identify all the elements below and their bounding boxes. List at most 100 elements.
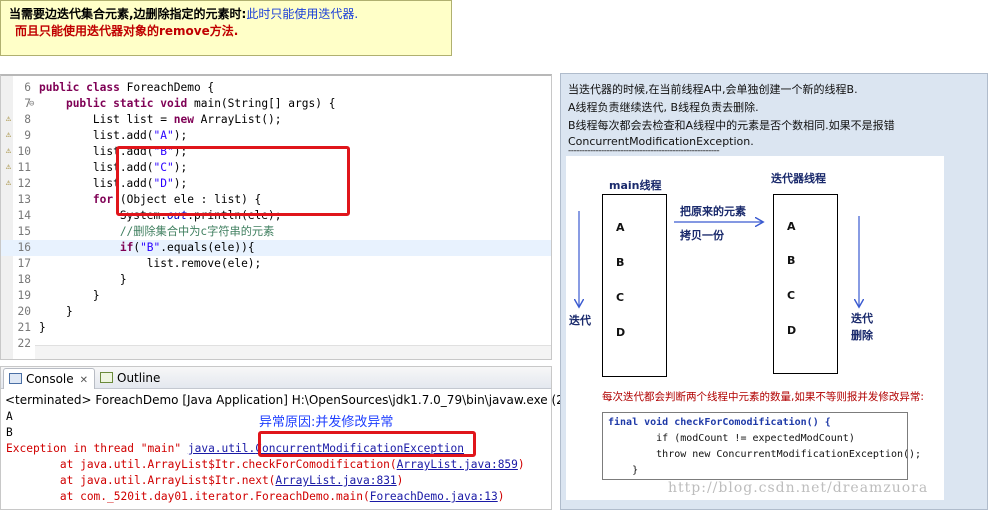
- code-line[interactable]: 16 if("B".equals(ele)){: [1, 240, 551, 256]
- iterator-thread-label: 迭代器线程: [771, 172, 826, 185]
- code-line[interactable]: 20 }: [1, 304, 551, 320]
- iterate-label-right: 迭代: [851, 312, 873, 325]
- note-line1-bold: 当需要边迭代集合元素,边删除指定的元素时:: [9, 7, 247, 21]
- close-icon[interactable]: ✕: [80, 375, 88, 386]
- code-line[interactable]: 18 }: [1, 272, 551, 288]
- line-code: list.add("A");: [39, 129, 188, 142]
- console-tabbar: Console ✕ Outline: [1, 367, 551, 389]
- trace-suffix: ): [517, 458, 525, 471]
- trace-suffix: ): [497, 490, 505, 503]
- delete-label: 删除: [851, 329, 873, 342]
- line-code: //删除集合中为c字符串的元素: [39, 225, 275, 238]
- main-letter-c: C: [616, 291, 625, 304]
- console-panel: Console ✕ Outline <terminated> ForeachDem…: [0, 366, 673, 510]
- separator-dashes: ----------------------------------------…: [568, 146, 720, 156]
- line-number: 6: [24, 81, 31, 94]
- stack-trace-line: at com._520it.day01.iterator.ForeachDemo…: [6, 489, 505, 505]
- snippet-line-2: if (modCount != expectedModCount): [608, 433, 855, 444]
- trace-prefix: at java.util.ArrayList$Itr.next(: [6, 474, 276, 487]
- note-line2: 而且只能使用迭代器对象的remove方法.: [15, 24, 239, 38]
- iter-letter-a: A: [787, 220, 796, 233]
- output-line-a: A: [6, 410, 13, 423]
- line-code: }: [39, 305, 73, 318]
- line-code: list.remove(ele);: [39, 257, 262, 270]
- line-number: 10: [17, 145, 31, 158]
- line-number: 8: [24, 113, 31, 126]
- explain-line-2: A线程负责继续迭代, B线程负责去删除.: [568, 101, 759, 114]
- tab-outline-label: Outline: [117, 371, 161, 385]
- code-line[interactable]: 17 list.remove(ele);: [1, 256, 551, 272]
- code-snippet: final void checkForComodification() { if…: [602, 412, 921, 480]
- main-thread-label: main线程: [609, 179, 662, 192]
- outline-icon: [100, 372, 113, 383]
- line-code: }: [39, 273, 127, 286]
- line-number: 21: [17, 321, 31, 334]
- iter-letter-c: C: [787, 289, 796, 302]
- trace-prefix: at com._520it.day01.iterator.ForeachDemo…: [6, 490, 370, 503]
- line-number: 17: [17, 257, 31, 270]
- trace-prefix: at java.util.ArrayList$Itr.checkForComod…: [6, 458, 397, 471]
- tab-console-label: Console: [26, 372, 74, 386]
- exception-cause-label: 异常原因:并发修改异常: [259, 415, 394, 430]
- line-number: 20: [17, 305, 31, 318]
- trace-source-link[interactable]: ForeachDemo.java:13: [370, 490, 498, 503]
- explain-line-1: 当迭代器的时候,在当前线程A中,会单独创建一个新的线程B.: [568, 83, 858, 96]
- code-line[interactable]: 21}: [1, 320, 551, 336]
- explain-line-3: B线程每次都会去检查和A线程中的元素是否个数相同.如果不是报错: [568, 119, 895, 132]
- note-line1-blue: 此时只能使用迭代器.: [246, 7, 359, 21]
- code-line[interactable]: ⚠ 8 List list = new ArrayList();: [1, 112, 551, 128]
- tab-console[interactable]: Console ✕: [3, 368, 96, 389]
- line-code: if("B".equals(ele)){: [119, 241, 255, 254]
- trace-source-link[interactable]: ArrayList.java:831: [275, 474, 396, 487]
- highlight-box-remove-code: [116, 146, 350, 216]
- line-code: List list = new ArrayList();: [39, 113, 282, 126]
- line-number: 16: [17, 241, 31, 254]
- code-line[interactable]: 6 public class ForeachDemo {: [1, 80, 551, 96]
- line-number: 22: [17, 337, 31, 350]
- highlight-box-exception: [258, 431, 476, 457]
- code-editor[interactable]: 6 public class ForeachDemo { ⊖ 7 public sta…: [0, 74, 552, 360]
- trace-source-link[interactable]: ArrayList.java:859: [397, 458, 518, 471]
- code-line[interactable]: ⚠ 9 list.add("A");: [1, 128, 551, 144]
- line-number: 12: [17, 177, 31, 190]
- line-code: }: [39, 321, 46, 334]
- line-number: 13: [17, 193, 31, 206]
- tab-outline[interactable]: Outline: [95, 368, 166, 389]
- line-code: }: [39, 289, 100, 302]
- iter-letter-d: D: [787, 324, 797, 337]
- output-line-b: B: [6, 426, 13, 439]
- code-line[interactable]: ⊖ 7 public static void main(String[] args…: [1, 96, 551, 112]
- line-number: 14: [17, 209, 31, 222]
- trace-suffix: ): [396, 474, 404, 487]
- copy-label-1: 把原来的元素: [680, 205, 746, 218]
- line-code: public static void main(String[] args) {: [65, 97, 336, 110]
- line-code: public class ForeachDemo {: [39, 81, 215, 94]
- main-letter-a: A: [616, 221, 625, 234]
- stack-trace-line: at java.util.ArrayList$Itr.checkForComod…: [6, 457, 525, 473]
- thread-diagram: main线程 迭代器线程 把原来的元素 拷贝一份 迭代 迭代 删除 A B C …: [566, 156, 944, 500]
- main-letter-d: D: [616, 326, 626, 339]
- top-note: 当需要边迭代集合元素,边删除指定的元素时:此时只能使用迭代器. 而且只能使用迭代…: [0, 0, 452, 56]
- code-line[interactable]: 19 }: [1, 288, 551, 304]
- code-line[interactable]: 15 //删除集合中为c字符串的元素: [1, 224, 551, 240]
- comodification-note: 每次迭代都会判断两个线程中元素的数量,如果不等则报并发修改异常:: [602, 391, 924, 403]
- exception-prefix: Exception in thread "main": [6, 442, 188, 455]
- console-icon: [9, 373, 22, 384]
- line-number: 15: [17, 225, 31, 238]
- iterator-thread-box: [773, 194, 838, 374]
- line-number: 7: [24, 97, 31, 110]
- snippet-line-4: }: [608, 465, 639, 476]
- line-number: 18: [17, 273, 31, 286]
- explanation-panel: 当迭代器的时候,在当前线程A中,会单独创建一个新的线程B. A线程负责继续迭代,…: [560, 73, 988, 510]
- line-number: 11: [17, 161, 31, 174]
- copy-label-2: 拷贝一份: [680, 229, 724, 242]
- main-letter-b: B: [616, 256, 625, 269]
- stack-trace-line: at java.util.ArrayList$Itr.next(ArrayLis…: [6, 473, 404, 489]
- line-number: 19: [17, 289, 31, 302]
- iterate-label-left: 迭代: [569, 314, 591, 327]
- snippet-line-1: final void checkForComodification() {: [608, 417, 831, 428]
- iter-letter-b: B: [787, 254, 796, 267]
- exception-package-link[interactable]: java.util.: [188, 442, 255, 455]
- horizontal-scrollbar[interactable]: [35, 345, 551, 359]
- main-thread-box: [602, 194, 667, 377]
